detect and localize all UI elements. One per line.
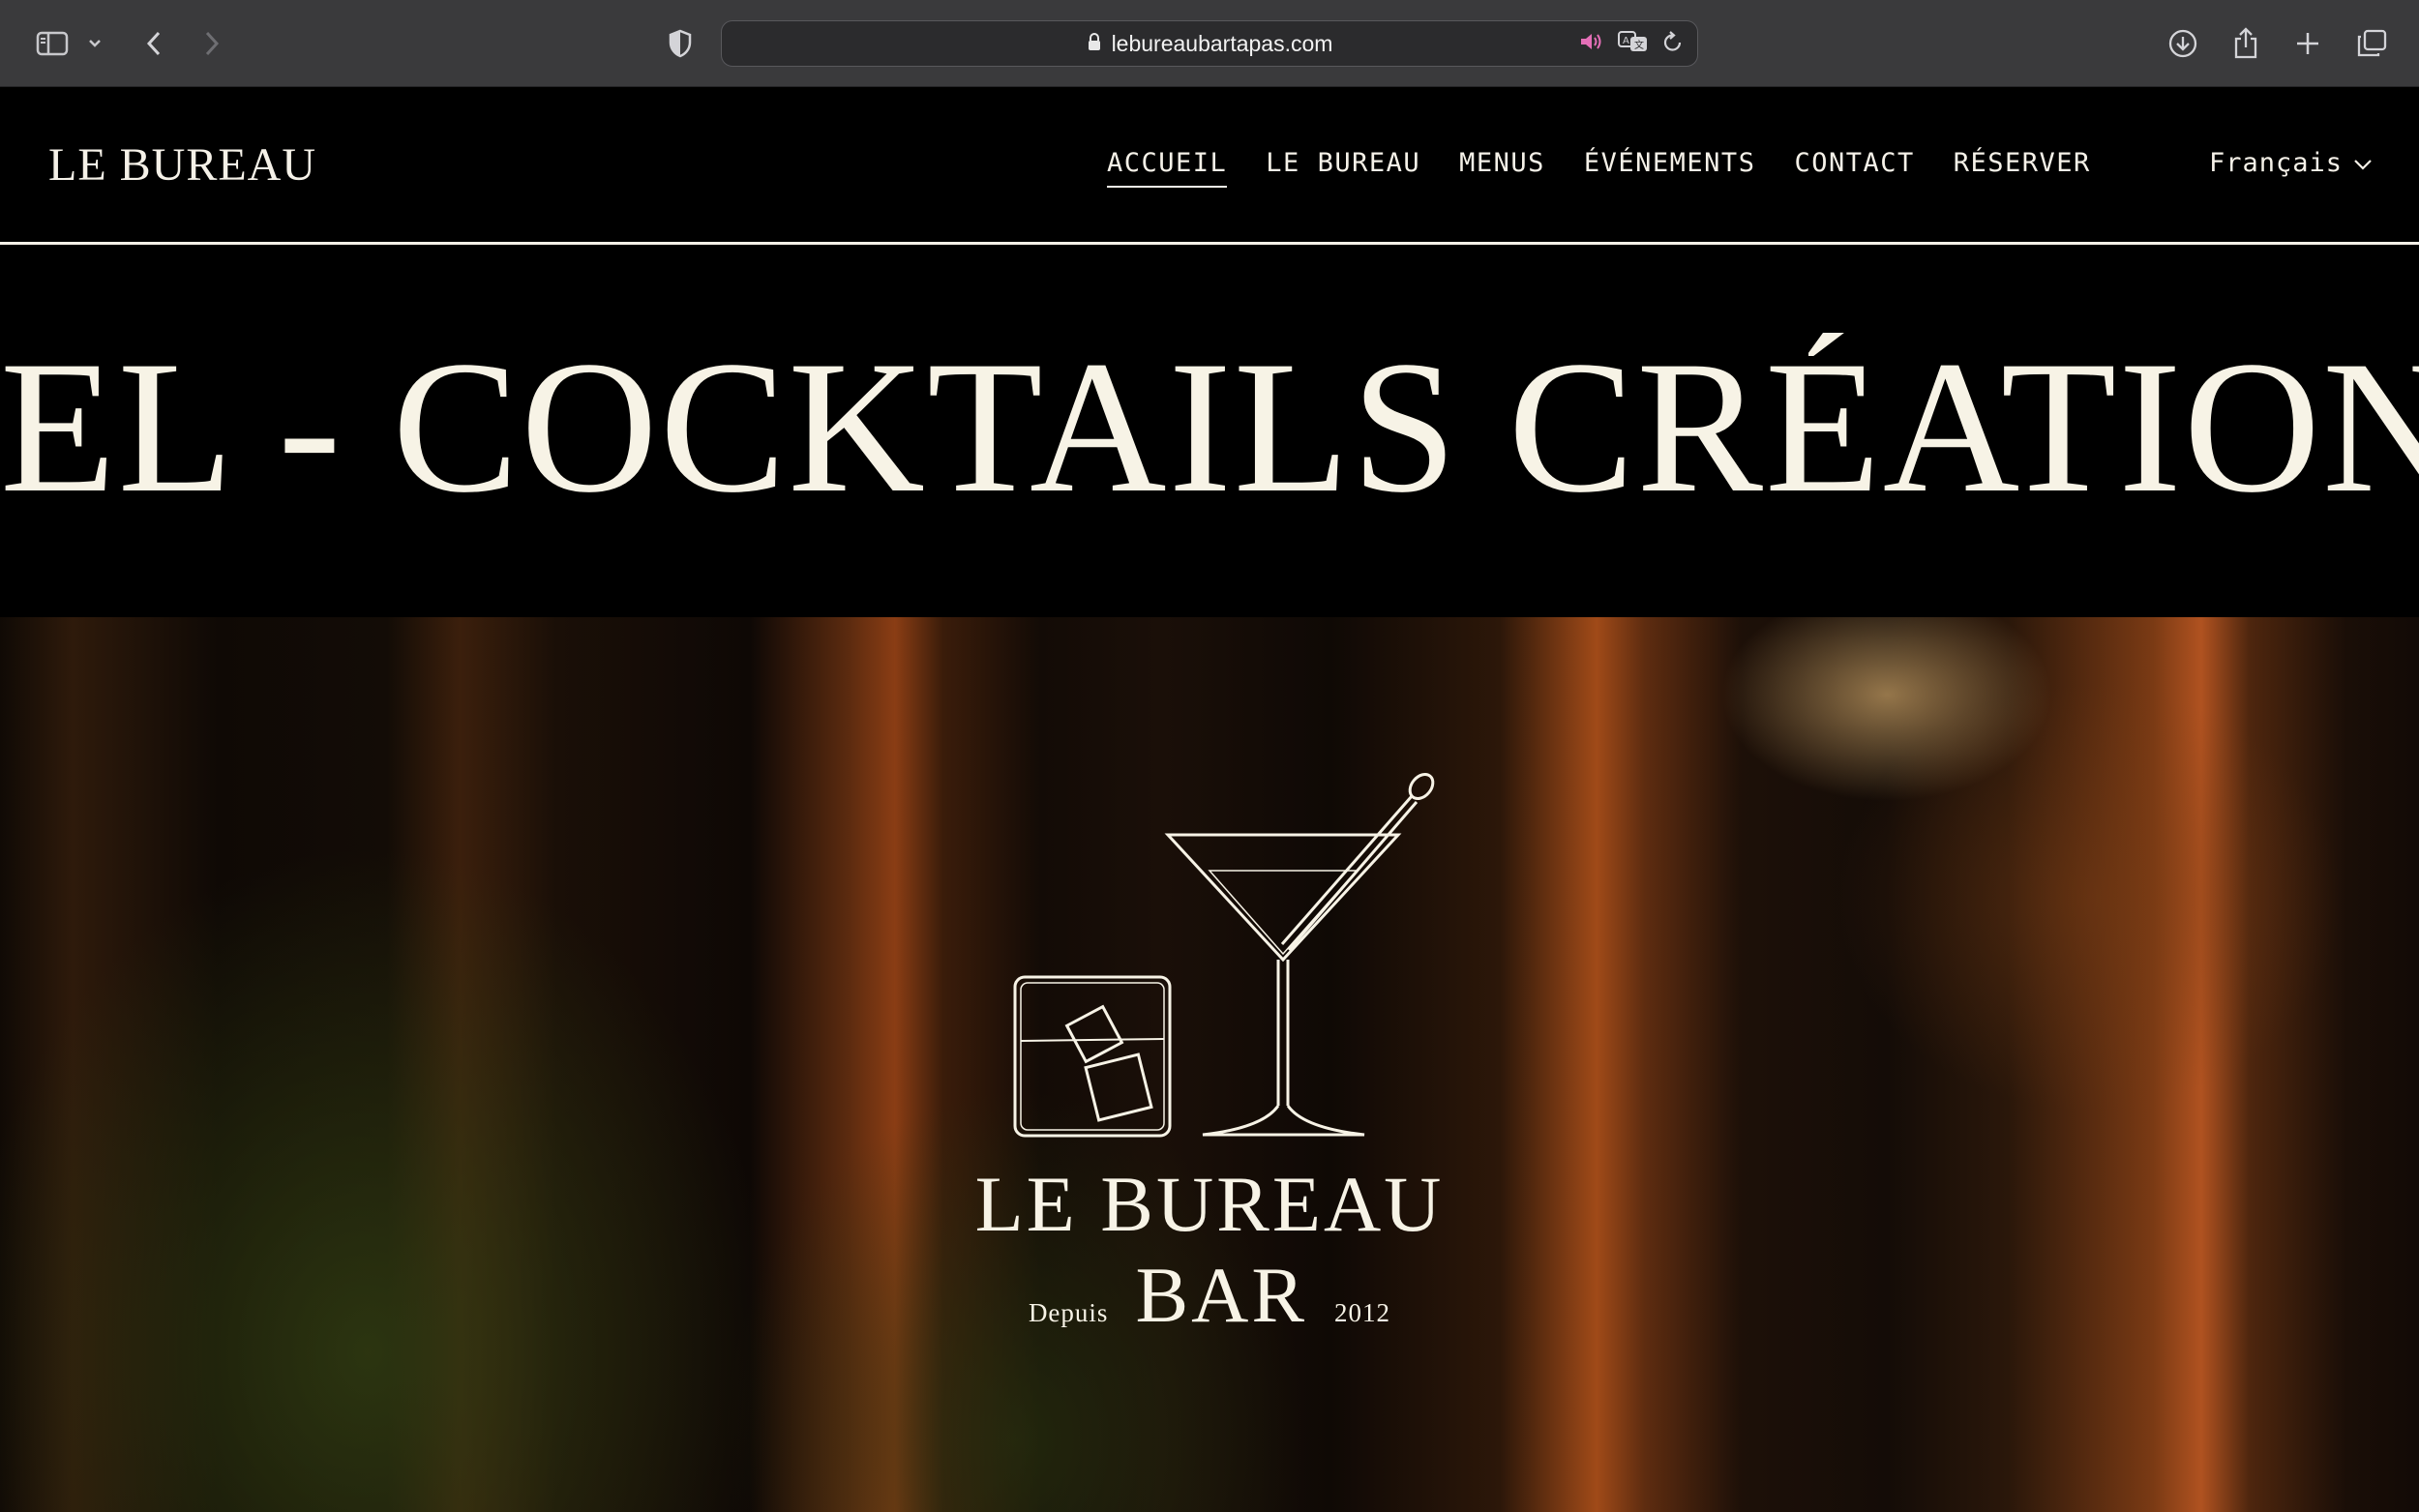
svg-text:A: A	[1623, 36, 1629, 46]
sidebar-icon[interactable]	[33, 21, 72, 66]
new-tab-icon[interactable]	[2293, 21, 2322, 66]
marquee-banner: EL - COCKTAILS CRÉATIONS - VI	[0, 248, 2419, 617]
speaker-icon[interactable]	[1579, 31, 1604, 57]
svg-text:文: 文	[1634, 39, 1644, 51]
share-icon[interactable]	[2231, 21, 2260, 66]
chevron-down-icon	[2352, 148, 2374, 178]
nav-evenements[interactable]: ÉVÉNEMENTS	[1584, 148, 1756, 188]
url-text: lebureaubartapas.com	[1111, 30, 1333, 56]
martini-glass-icon	[1164, 772, 1435, 1137]
nav-accueil[interactable]: ACCUEIL	[1107, 148, 1228, 188]
address-bar[interactable]: lebureaubartapas.com A文	[721, 20, 1698, 67]
nav-le-bureau[interactable]: LE BUREAU	[1266, 148, 1420, 188]
nav-menus[interactable]: MENUS	[1459, 148, 1545, 188]
nav-reserver[interactable]: RÉSERVER	[1954, 148, 2091, 188]
reload-icon[interactable]	[1662, 30, 1684, 58]
language-label: Français	[2208, 148, 2343, 178]
site-header: LE BUREAU ACCUEIL LE BUREAU MENUS ÉVÉNEM…	[0, 88, 2419, 245]
back-icon[interactable]	[139, 21, 168, 66]
site-logo[interactable]: LE BUREAU	[48, 138, 316, 192]
language-select[interactable]: Français	[2209, 148, 2374, 178]
nav-contact[interactable]: CONTACT	[1794, 148, 1914, 188]
main-nav: ACCUEIL LE BUREAU MENUS ÉVÉNEMENTS CONTA…	[1107, 148, 2130, 188]
hero-year: 2012	[1334, 1298, 1391, 1327]
forward-icon[interactable]	[197, 21, 226, 66]
translate-icon[interactable]: A文	[1618, 30, 1649, 58]
hero-bar: BAR	[1135, 1251, 1308, 1339]
marquee-text: EL - COCKTAILS CRÉATIONS - VI	[0, 333, 2419, 522]
rocks-glass-icon	[1013, 975, 1172, 1138]
hero-depuis: Depuis	[1028, 1298, 1109, 1327]
chevron-down-icon[interactable]	[85, 21, 105, 66]
lock-icon	[1087, 32, 1102, 56]
hero-title: LE BUREAU	[974, 1160, 1445, 1248]
hero-subtitle: Depuis BAR 2012	[0, 1256, 2419, 1335]
hero-emblem	[1013, 772, 1435, 1138]
hero-section: LE BUREAU Depuis BAR 2012	[0, 617, 2419, 1512]
download-icon[interactable]	[2167, 21, 2198, 66]
privacy-shield-icon[interactable]	[666, 21, 695, 66]
tabs-overview-icon[interactable]	[2355, 21, 2388, 66]
browser-toolbar: lebureaubartapas.com A文	[0, 0, 2419, 87]
